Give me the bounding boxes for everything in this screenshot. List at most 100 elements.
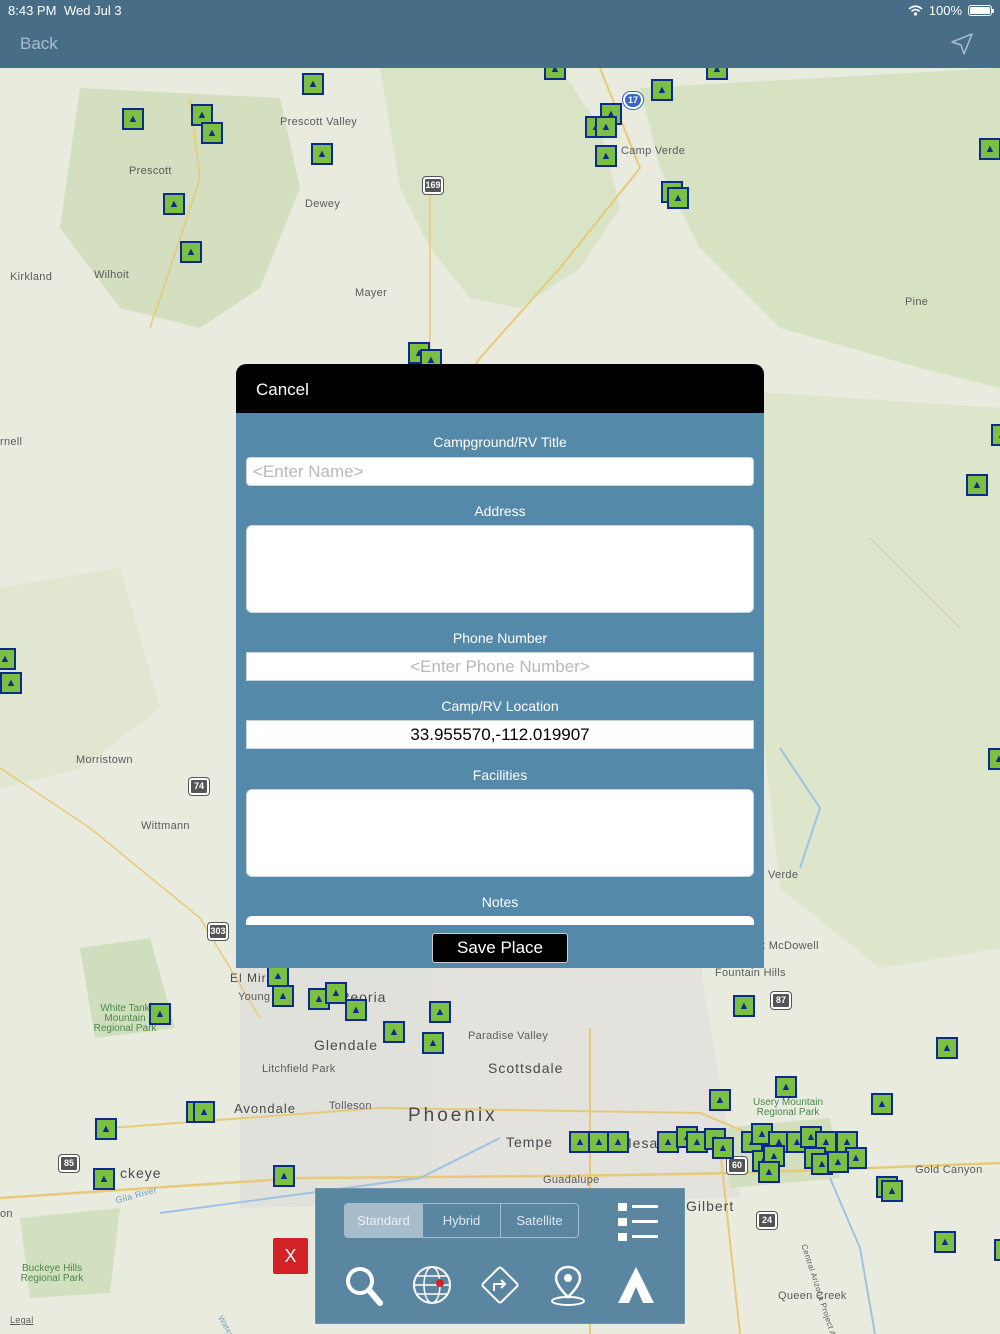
tent-icon: ▲ (971, 478, 983, 491)
campground-marker[interactable]: ▲ (122, 108, 144, 130)
campground-marker[interactable]: ▲ (544, 68, 566, 80)
map-label: Avondale (234, 1101, 296, 1116)
map-label: Guadalupe (543, 1174, 600, 1186)
tent-icon[interactable] (614, 1263, 658, 1307)
globe-icon[interactable] (410, 1263, 454, 1307)
campground-marker[interactable]: ▲ (267, 965, 289, 987)
campground-marker[interactable]: ▲ (311, 143, 333, 165)
tent-icon: ▲ (768, 1149, 780, 1162)
map-label: Dewey (305, 198, 341, 210)
tent-icon: ▲ (984, 142, 996, 155)
campground-marker[interactable]: ▲ (991, 424, 1000, 446)
map-label: Scottsdale (488, 1060, 564, 1076)
list-icon[interactable] (618, 1203, 658, 1241)
campground-marker[interactable]: ▲ (180, 241, 202, 263)
campground-marker[interactable]: ▲ (193, 1101, 215, 1123)
map-label: Gold Canyon (915, 1164, 983, 1176)
title-label: Campground/RV Title (433, 434, 567, 450)
map-type-hybrid[interactable]: Hybrid (423, 1204, 501, 1237)
campground-marker[interactable]: ▲ (936, 1037, 958, 1059)
map-label: Camp Verde (621, 145, 686, 157)
campground-marker[interactable]: ▲ (273, 1165, 295, 1187)
tent-icon: ▲ (714, 1093, 726, 1106)
campground-marker[interactable]: ▲ (827, 1151, 849, 1173)
phone-input[interactable] (246, 652, 754, 681)
address-label: Address (474, 503, 526, 519)
tent-icon: ▲ (756, 1127, 768, 1140)
cancel-button[interactable]: Cancel (256, 380, 309, 400)
tent-icon: ▲ (662, 1135, 674, 1148)
campground-marker[interactable]: ▲ (163, 193, 185, 215)
campground-marker[interactable]: ▲ (201, 122, 223, 144)
map-label: Gilbert (686, 1198, 735, 1214)
campground-marker[interactable]: ▲ (149, 1003, 171, 1025)
campground-marker[interactable]: ▲ (93, 1168, 115, 1190)
campground-marker[interactable]: ▲ (988, 748, 1000, 770)
close-button[interactable]: X (273, 1238, 308, 1274)
search-icon[interactable] (342, 1263, 386, 1307)
map-label: on (0, 1208, 13, 1220)
campground-marker[interactable]: ▲ (345, 999, 367, 1021)
tent-icon: ▲ (816, 1157, 828, 1170)
directions-icon[interactable] (478, 1263, 522, 1307)
map-label: Prescott Valley (280, 116, 358, 128)
campground-marker[interactable]: ▲ (383, 1021, 405, 1043)
campground-marker[interactable]: ▲ (0, 672, 22, 694)
map-pin-icon[interactable] (546, 1263, 590, 1307)
map-type-satellite[interactable]: Satellite (501, 1204, 578, 1237)
campground-marker[interactable]: ▲ (667, 187, 689, 209)
map-label: Young (238, 991, 271, 1003)
tent-icon: ▲ (886, 1184, 898, 1197)
map-label: Wittmann (141, 820, 190, 832)
back-button[interactable]: Back (20, 34, 58, 54)
campground-marker[interactable]: ▲ (95, 1118, 117, 1140)
tent-icon: ▲ (850, 1151, 862, 1164)
modal-header: Cancel (236, 364, 764, 413)
notes-field[interactable] (246, 916, 754, 925)
campground-marker[interactable]: ▲ (595, 116, 617, 138)
campground-marker[interactable]: ▲ (607, 1131, 629, 1153)
map-label: Mayer (355, 287, 388, 299)
tent-icon: ▲ (574, 1135, 586, 1148)
campground-marker[interactable]: ▲ (709, 1089, 731, 1111)
facilities-field[interactable] (246, 789, 754, 877)
campground-marker[interactable]: ▲ (595, 145, 617, 167)
tent-icon: ▲ (127, 112, 139, 125)
campground-marker[interactable]: ▲ (325, 982, 347, 1004)
tent-icon: ▲ (691, 1135, 703, 1148)
campground-marker[interactable]: ▲ (934, 1231, 956, 1253)
campground-marker[interactable]: ▲ (733, 995, 755, 1017)
address-field[interactable] (246, 525, 754, 613)
campground-marker[interactable]: ▲ (272, 985, 294, 1007)
location-arrow-icon[interactable] (950, 32, 974, 56)
campground-marker[interactable]: ▲ (979, 138, 1000, 160)
location-input[interactable] (246, 720, 754, 749)
tent-icon: ▲ (316, 147, 328, 160)
tent-icon: ▲ (206, 126, 218, 139)
tent-icon: ▲ (549, 68, 561, 75)
campground-marker[interactable]: ▲ (706, 68, 728, 80)
map-type-segmented-control[interactable]: Standard Hybrid Satellite (344, 1203, 579, 1238)
tent-icon: ▲ (307, 77, 319, 90)
map-type-standard[interactable]: Standard (345, 1204, 423, 1237)
campground-marker[interactable]: ▲ (0, 648, 16, 670)
legal-link[interactable]: Legal (10, 1315, 34, 1325)
tent-icon: ▲ (738, 999, 750, 1012)
campground-marker[interactable]: ▲ (775, 1076, 797, 1098)
highway-shield: 169 (422, 176, 444, 195)
campground-marker[interactable]: ▲ (429, 1001, 451, 1023)
title-input[interactable] (246, 457, 754, 486)
campground-marker[interactable]: ▲ (881, 1180, 903, 1202)
campground-marker[interactable]: ▲ (871, 1093, 893, 1115)
campground-marker[interactable]: ▲ (966, 474, 988, 496)
campground-marker[interactable]: ▲ (302, 73, 324, 95)
campground-marker[interactable]: ▲ (422, 1032, 444, 1054)
campground-marker[interactable]: ▲ (994, 1239, 1000, 1261)
save-place-button[interactable]: Save Place (432, 933, 568, 963)
tent-icon: ▲ (185, 245, 197, 258)
map-label: rnell (0, 436, 23, 448)
campground-marker[interactable]: ▲ (651, 79, 673, 101)
campground-marker[interactable]: ▲ (712, 1137, 734, 1159)
status-right: 100% (908, 3, 994, 18)
campground-marker[interactable]: ▲ (758, 1161, 780, 1183)
